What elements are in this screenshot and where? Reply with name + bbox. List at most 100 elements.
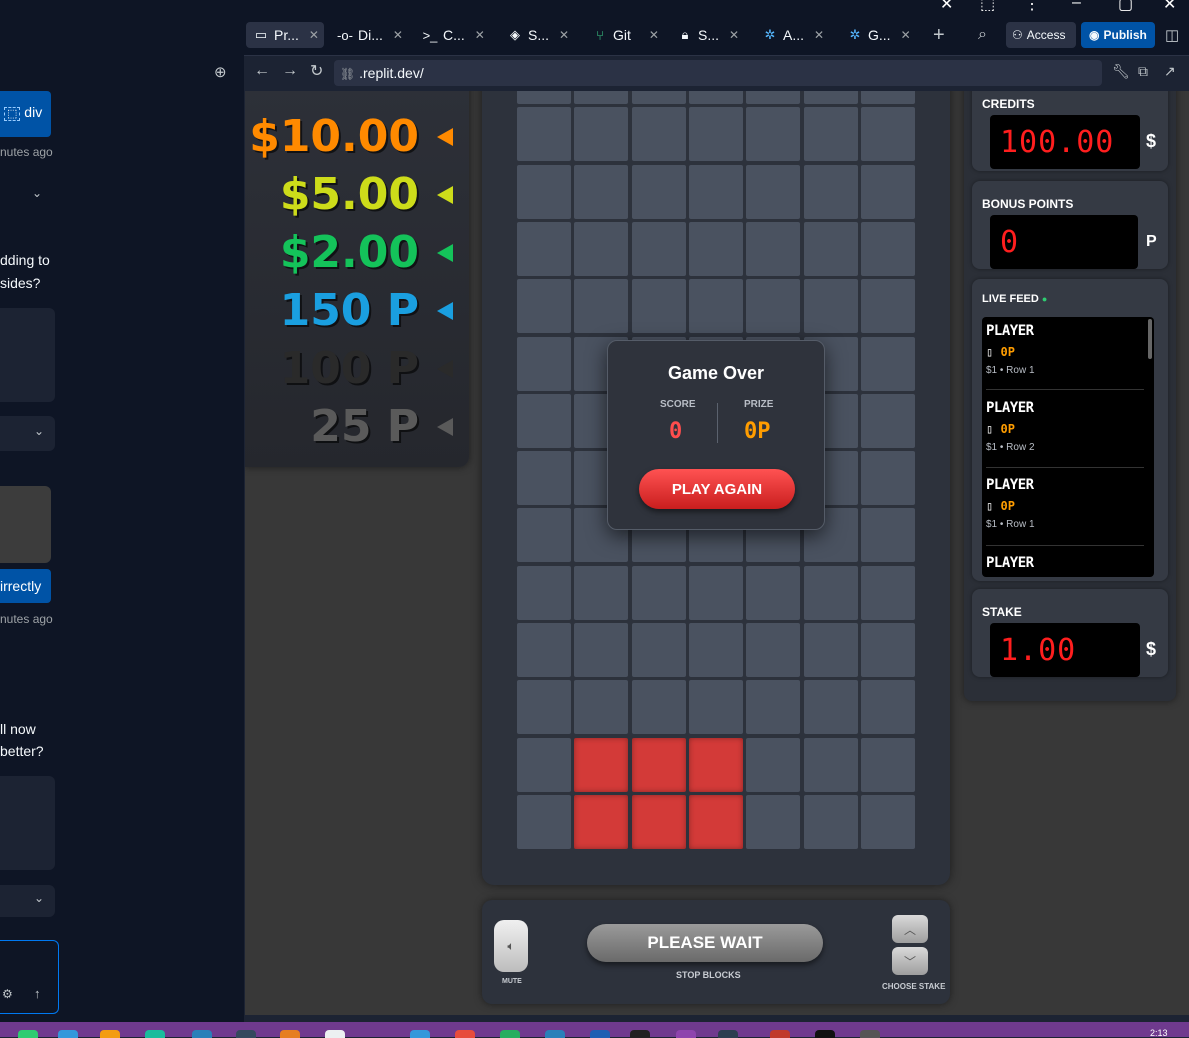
new-tab-button[interactable]: + (933, 22, 945, 48)
prize-value: 0P (744, 419, 771, 444)
feed-detail: $1 • Row 1 (986, 365, 1035, 376)
collapsed-section[interactable]: ⌄ (0, 416, 55, 451)
board-cell (517, 738, 571, 792)
open-external-icon[interactable]: ↗ (1164, 63, 1176, 80)
board-cell (574, 107, 628, 161)
board-cell (861, 680, 915, 734)
cursor-icon: ⬚ (4, 107, 21, 121)
play-again-button[interactable]: PLAY AGAIN (639, 469, 795, 509)
close-icon[interactable]: ✕ (649, 28, 659, 42)
mute-label: MUTE (502, 978, 522, 985)
board-cell (804, 222, 858, 276)
tab-label: A... (783, 27, 805, 43)
tab-generic[interactable]: ✲ G... ✕ (846, 22, 911, 48)
close-icon[interactable]: ✕ (940, 0, 953, 14)
board-cell (861, 451, 915, 505)
window-close-icon[interactable]: ✕ (1163, 0, 1176, 14)
board-block-active (574, 738, 628, 792)
close-icon[interactable]: ✕ (475, 28, 485, 42)
url-input[interactable]: ⛓ .replit.dev/ (334, 60, 1102, 86)
devices-icon[interactable]: ⧉ (1138, 63, 1148, 80)
feed-player: PLAYER (986, 555, 1034, 571)
element-chip[interactable]: ⬚ div (0, 91, 51, 137)
devtools-wrench-icon[interactable]: 🔧︎ (1112, 63, 1130, 80)
new-chat-icon[interactable]: ⊕ (214, 63, 227, 81)
board-cell (746, 279, 800, 333)
board-cell (804, 165, 858, 219)
image-preview[interactable] (0, 486, 51, 563)
board-cell (517, 451, 571, 505)
live-feed-list[interactable]: PLAYER ▯ 0P $1 • Row 1 PLAYER ▯ 0P $1 • … (982, 317, 1154, 577)
tab-secrets[interactable]: 🔒︎ S... ✕ (676, 22, 740, 48)
board-cell (517, 107, 571, 161)
close-icon[interactable]: ✕ (559, 28, 569, 42)
feed-item: PLAYER ▯ 0P $1 • Row 1 (986, 323, 1144, 376)
board-cell (632, 623, 686, 677)
chip-icon: ▯ (986, 499, 994, 513)
send-arrow-icon[interactable]: ↑ (34, 986, 41, 1001)
close-icon[interactable]: ✕ (901, 28, 911, 42)
board-cell (632, 566, 686, 620)
board-cell (804, 107, 858, 161)
control-panel: 🔈︎ MUTE PLEASE WAIT STOP BLOCKS ︿ ﹀ CHOO… (482, 900, 950, 1004)
close-icon[interactable]: ✕ (814, 28, 824, 42)
chevron-down-icon[interactable]: ⌄ (32, 186, 42, 200)
tab-assistant[interactable]: ✲ A... ✕ (761, 22, 825, 48)
stop-blocks-label: STOP BLOCKS (676, 970, 741, 980)
board-cell (632, 165, 686, 219)
stake-label: STAKE (982, 605, 1022, 619)
mute-button[interactable]: 🔈︎ (494, 920, 528, 972)
board-cell (861, 394, 915, 448)
close-icon[interactable]: ✕ (393, 28, 403, 42)
tab-diff[interactable]: -o- Di... ✕ (336, 22, 403, 48)
access-button[interactable]: ⚇ Access (1006, 22, 1076, 48)
collapsed-section[interactable]: ⌄ (0, 885, 55, 917)
split-pane-icon[interactable]: ◫ (1165, 22, 1179, 48)
board-cell (517, 222, 571, 276)
board-cell (861, 222, 915, 276)
chat-input[interactable]: ⚙ ↑ (0, 940, 59, 1014)
tab-preview[interactable]: ▭ Pr... ✕ (246, 22, 324, 48)
publish-button[interactable]: ◉ Publish (1081, 22, 1155, 48)
back-arrow-icon[interactable]: ← (254, 62, 270, 80)
stop-blocks-button[interactable]: PLEASE WAIT (587, 924, 823, 962)
game-preview: $10.00 $5.00 $2.00 150 P 100 P 25 P Game Over… (245, 91, 1189, 1015)
element-chip-label: div (24, 104, 43, 120)
extension-icon[interactable]: ⬚ (980, 0, 995, 14)
board-cell (804, 279, 858, 333)
board-cell (804, 738, 858, 792)
link-icon: ⛓ (340, 67, 356, 81)
feed-detail: $1 • Row 2 (986, 442, 1035, 453)
reload-icon[interactable]: ↻ (310, 61, 323, 81)
close-icon[interactable]: ✕ (729, 28, 739, 42)
board-cell (804, 91, 858, 104)
feed-item: PLAYER (986, 555, 1144, 571)
more-icon[interactable]: ⋮ (1024, 0, 1040, 14)
search-icon[interactable]: ⌕ (978, 22, 987, 48)
stake-down-button[interactable]: ﹀ (892, 947, 928, 975)
message-card (0, 308, 55, 402)
maximize-icon[interactable]: ▢ (1118, 0, 1133, 14)
tab-label: S... (698, 27, 720, 43)
tab-console[interactable]: >_ C... ✕ (421, 22, 485, 48)
close-icon[interactable]: ✕ (309, 28, 319, 42)
feed-item: PLAYER ▯ 0P $1 • Row 1 (986, 477, 1144, 530)
gear-icon: ✲ (849, 27, 861, 42)
git-icon: ⑂ (596, 27, 604, 43)
feed-scrollbar[interactable] (1148, 319, 1152, 359)
settings-sliders-icon[interactable]: ⚙ (2, 987, 13, 1001)
tab-git[interactable]: ⑂ Git ✕ (591, 22, 659, 48)
forward-arrow-icon[interactable]: → (282, 62, 298, 80)
tab-security[interactable]: ◈ S... ✕ (506, 22, 569, 48)
score-label: SCORE (660, 399, 696, 410)
stake-display: 1.00 (990, 623, 1140, 677)
stake-up-button[interactable]: ︿ (892, 915, 928, 943)
board-cell (517, 91, 571, 104)
minimize-icon[interactable]: – (1072, 0, 1081, 12)
chevron-down-icon: ⌄ (34, 424, 45, 438)
board-cell (632, 279, 686, 333)
prize-tier-arrow-icon (437, 186, 453, 204)
message-text: dding to (0, 252, 50, 268)
workspace-tabbar: ▭ Pr... ✕ -o- Di... ✕ >_ C... ✕ ◈ S... ✕… (244, 14, 1189, 55)
board-cell (574, 91, 628, 104)
